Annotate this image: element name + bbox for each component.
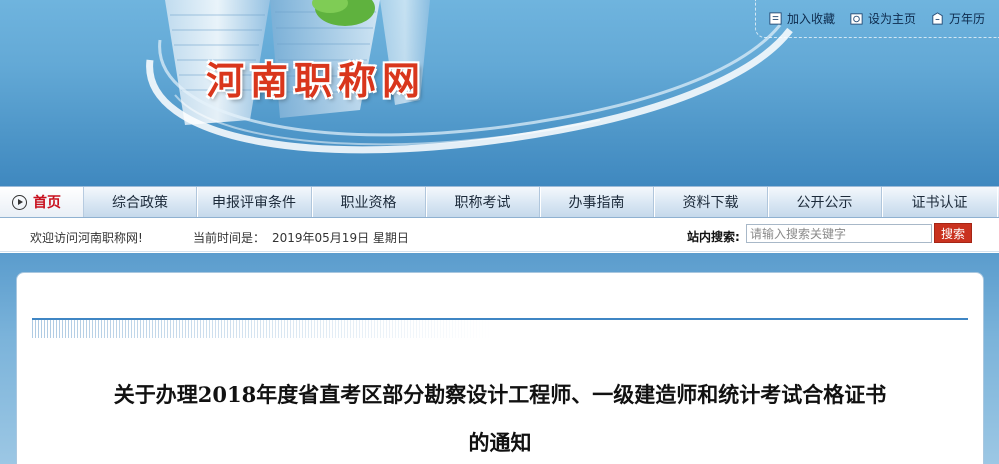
set-homepage-link[interactable]: 设为主页 — [849, 10, 916, 27]
nav-item-title-exam[interactable]: 职称考试 — [426, 187, 540, 217]
nav-item-certificate[interactable]: 证书认证 — [882, 187, 997, 217]
home-page-icon — [850, 13, 863, 25]
nav-item-public-notice[interactable]: 公开公示 — [768, 187, 882, 217]
header-banner: 河南职称网 加入收藏 设为主页 万年历 — [0, 0, 999, 186]
calendar-label: 万年历 — [948, 12, 985, 26]
search-label: 站内搜索: — [687, 230, 740, 244]
play-circle-icon — [12, 194, 27, 210]
add-favorite-link[interactable]: 加入收藏 — [768, 10, 835, 27]
nav-item-qualification[interactable]: 职业资格 — [312, 187, 426, 217]
calendar-link[interactable]: 万年历 — [930, 10, 985, 27]
main-nav: 首页 综合政策 申报评审条件 职业资格 职称考试 办事指南 资料下载 公开公示 … — [0, 186, 999, 218]
welcome-text: 欢迎访问河南职称网! — [30, 231, 143, 245]
site-logo-title[interactable]: 河南职称网 — [206, 50, 426, 105]
article-title-line1: 关于办理2018年度省直考区部分勘察设计工程师、一级建造师和统计考试合格证书 — [113, 382, 887, 407]
decorative-stripes — [32, 320, 492, 338]
add-favorite-label: 加入收藏 — [786, 12, 835, 26]
search-button[interactable]: 搜索 — [934, 223, 972, 243]
search-input[interactable] — [746, 224, 932, 243]
nav-home[interactable]: 首页 — [0, 187, 84, 217]
calendar-icon — [932, 12, 943, 25]
info-bar: 欢迎访问河南职称网! 当前时间是： 2019年05月19日 星期日 站内搜索: … — [0, 219, 999, 252]
set-homepage-label: 设为主页 — [867, 12, 916, 26]
time-label: 当前时间是： — [193, 231, 266, 245]
article-title: 关于办理2018年度省直考区部分勘察设计工程师、一级建造师和统计考试合格证书 的… — [50, 371, 950, 464]
nav-item-downloads[interactable]: 资料下载 — [654, 187, 768, 217]
top-links: 加入收藏 设为主页 万年历 — [755, 0, 999, 38]
article-title-line2: 的通知 — [468, 430, 532, 455]
nav-item-guide[interactable]: 办事指南 — [540, 187, 654, 217]
time-value: 2019年05月19日 星期日 — [272, 231, 409, 245]
nav-home-label: 首页 — [33, 195, 61, 211]
nav-item-policy[interactable]: 综合政策 — [84, 187, 197, 217]
nav-item-review-conditions[interactable]: 申报评审条件 — [197, 187, 312, 217]
bookmark-icon — [769, 12, 782, 25]
